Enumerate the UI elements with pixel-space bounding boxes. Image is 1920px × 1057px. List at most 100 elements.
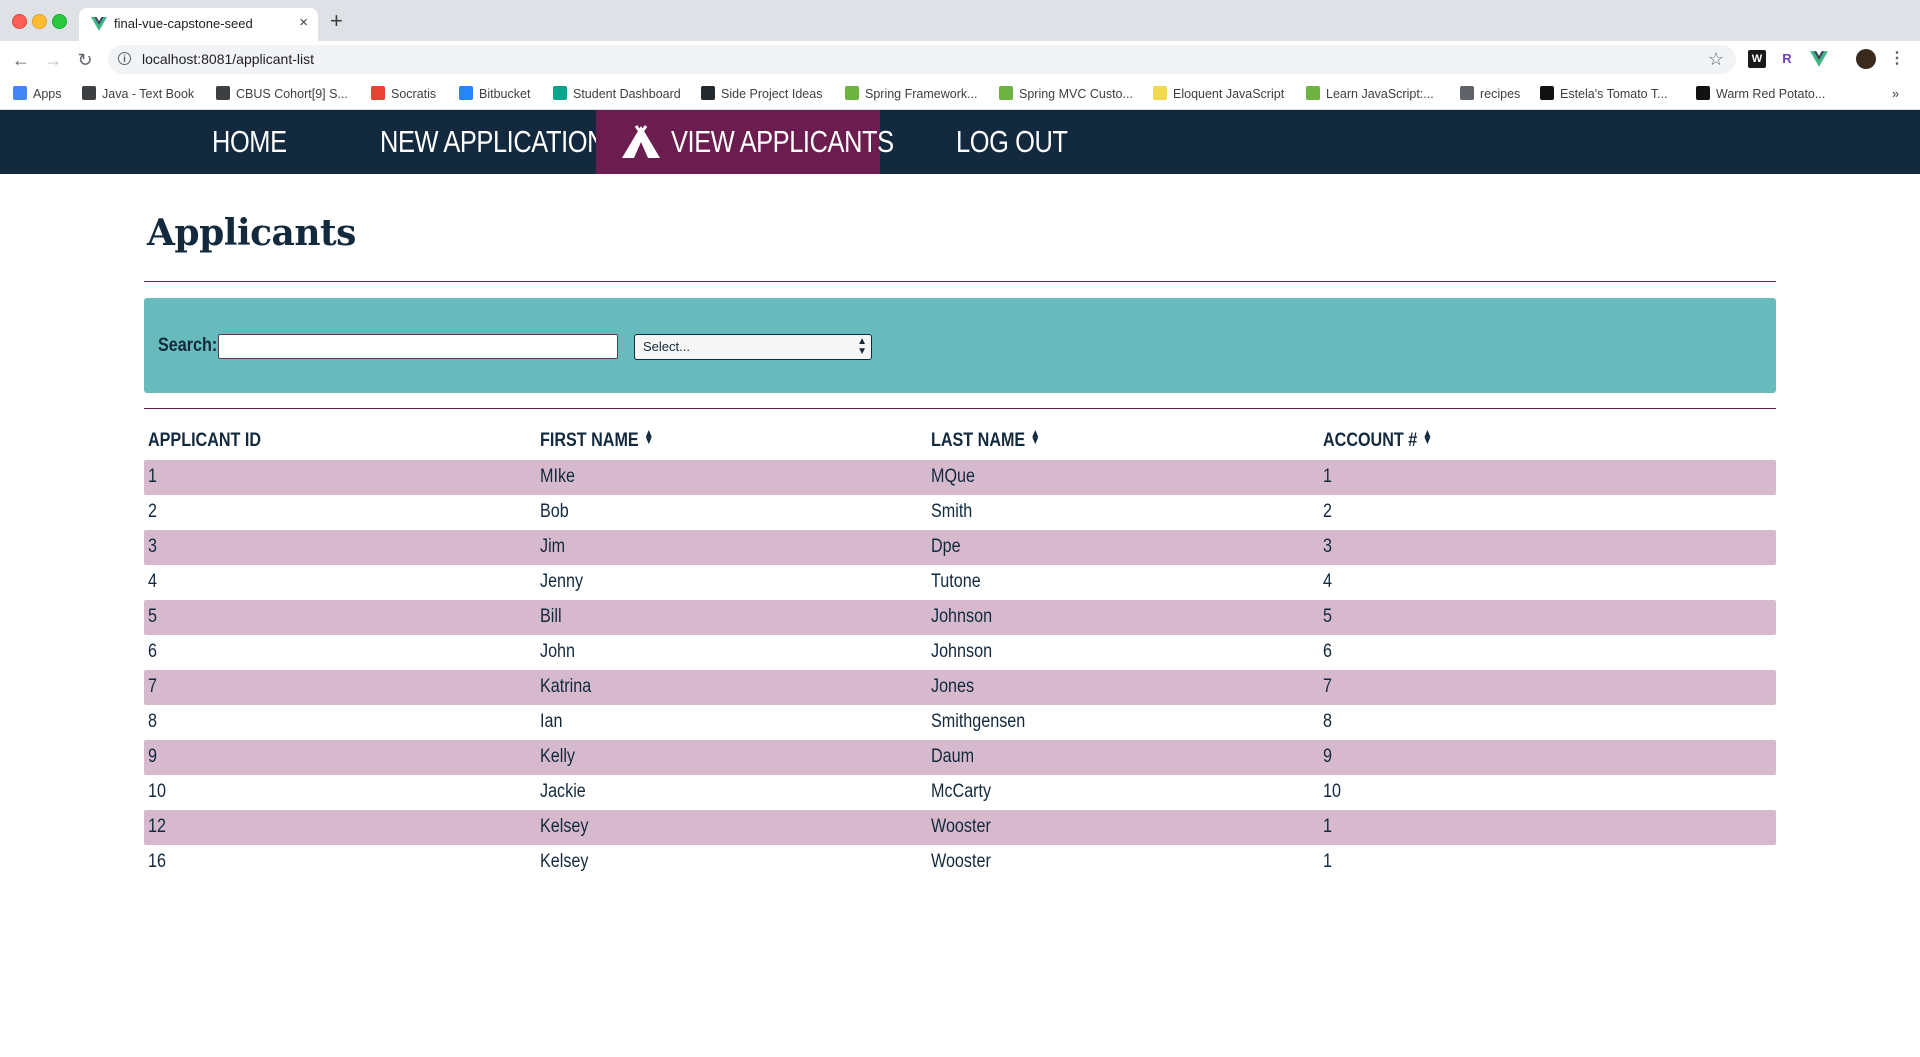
bookmark-label: CBUS Cohort[9] S...: [236, 87, 348, 101]
table-row[interactable]: 16 Kelsey Wooster 1: [144, 845, 1776, 880]
table-row[interactable]: 9 Kelly Daum 9: [144, 740, 1776, 775]
page-title: Applicants: [147, 212, 356, 254]
nav-new-application[interactable]: NEW APPLICATION: [380, 110, 605, 174]
table-row[interactable]: 12 Kelsey Wooster 1: [144, 810, 1776, 845]
bookmark-label: Eloquent JavaScript: [1173, 87, 1285, 101]
sort-icon[interactable]: ▲ ▼: [644, 427, 654, 446]
table-row[interactable]: 8 Ian Smithgensen 8: [144, 705, 1776, 740]
table-cell: Wooster: [931, 816, 991, 837]
table-cell: 1: [148, 466, 157, 487]
nav-log-out[interactable]: LOG OUT: [956, 110, 1068, 174]
bookmark-item[interactable]: Side Project Ideas: [701, 84, 822, 104]
spring-icon: [845, 86, 859, 100]
table-cell: Bill: [540, 606, 562, 627]
menu-kebab-icon[interactable]: ⋮: [1888, 50, 1906, 68]
bookmark-item[interactable]: Java - Text Book: [82, 84, 194, 104]
browser-toolbar: ← → ↻ i localhost:8081/applicant-list ☆ …: [0, 41, 1920, 78]
close-tab-icon[interactable]: ×: [299, 14, 308, 32]
divider-bottom: [144, 408, 1776, 409]
column-header-label: ACCOUNT #: [1323, 430, 1418, 451]
table-cell: Kelsey: [540, 851, 589, 872]
table-row[interactable]: 2 Bob Smith 2: [144, 495, 1776, 530]
table-cell: 2: [1323, 501, 1332, 522]
column-header[interactable]: ACCOUNT # ▲ ▼: [1323, 427, 1432, 452]
bookmark-star-icon[interactable]: ☆: [1708, 49, 1724, 70]
extension-r-icon[interactable]: R: [1778, 50, 1796, 68]
bookmark-item[interactable]: CBUS Cohort[9] S...: [216, 84, 348, 104]
bookmark-item[interactable]: Eloquent JavaScript: [1153, 84, 1284, 104]
bookmark-item[interactable]: Spring MVC Custo...: [999, 84, 1133, 104]
s-icon: [1696, 86, 1710, 100]
forward-arrow-icon[interactable]: →: [42, 49, 64, 71]
search-panel: Search: Select... ▲ ▼: [144, 298, 1776, 393]
main-navbar: HOME NEW APPLICATION VIEW APPLICANTS LOG…: [0, 110, 1920, 174]
table-row[interactable]: 1 MIke MQue 1: [144, 460, 1776, 495]
table-cell: Johnson: [931, 606, 993, 627]
table-cell: 9: [148, 746, 157, 767]
bookmark-label: Warm Red Potato...: [1716, 87, 1826, 101]
table-cell: Wooster: [931, 851, 991, 872]
bookmark-label: Socratis: [391, 87, 437, 101]
github-icon: [701, 86, 715, 100]
bookmark-item[interactable]: Apps: [13, 84, 62, 104]
site-info-icon[interactable]: i: [118, 52, 131, 65]
address-bar[interactable]: i localhost:8081/applicant-list ☆: [108, 45, 1736, 74]
table-cell: 16: [148, 851, 166, 872]
search-input[interactable]: [218, 334, 618, 359]
profile-avatar[interactable]: [1856, 49, 1876, 69]
bookmark-item[interactable]: Learn JavaScript:...: [1306, 84, 1434, 104]
browser-tabstrip: final-vue-capstone-seed × +: [0, 0, 1920, 41]
bookmark-item[interactable]: recipes: [1460, 84, 1520, 104]
table-cell: Bob: [540, 501, 569, 522]
table-row[interactable]: 10 Jackie McCarty 10: [144, 775, 1776, 810]
new-tab-button[interactable]: +: [330, 10, 343, 32]
table-cell: MIke: [540, 466, 576, 487]
table-row[interactable]: 4 Jenny Tutone 4: [144, 565, 1776, 600]
filter-select[interactable]: Select... ▲ ▼: [634, 334, 872, 360]
vue-devtools-icon[interactable]: [1810, 50, 1828, 68]
table-cell: Jones: [931, 676, 975, 697]
sort-icon[interactable]: ▲ ▼: [1422, 427, 1432, 446]
bookmark-item[interactable]: Student Dashboard: [553, 84, 681, 104]
table-cell: 6: [148, 641, 157, 662]
table-cell: Kelsey: [540, 816, 589, 837]
close-window-button[interactable]: [12, 14, 27, 29]
table-cell: 12: [148, 816, 166, 837]
minimize-window-button[interactable]: [32, 14, 47, 29]
column-header[interactable]: FIRST NAME ▲ ▼: [540, 427, 654, 452]
apps-grid-icon: [13, 86, 27, 100]
table-cell: 9: [1323, 746, 1332, 767]
column-header[interactable]: LAST NAME ▲ ▼: [931, 427, 1040, 452]
bookmark-item[interactable]: Warm Red Potato...: [1696, 84, 1825, 104]
table-row[interactable]: 3 Jim Dpe 3: [144, 530, 1776, 565]
browser-tab-active[interactable]: final-vue-capstone-seed ×: [79, 8, 318, 41]
table-row[interactable]: 6 John Johnson 6: [144, 635, 1776, 670]
table-cell: 8: [1323, 711, 1332, 732]
table-cell: 1: [1323, 851, 1332, 872]
bookmarks-overflow-icon[interactable]: »: [1892, 84, 1899, 104]
bookmark-item[interactable]: Estela's Tomato T...: [1540, 84, 1668, 104]
book-icon: [82, 86, 96, 100]
bookmark-item[interactable]: Socratis: [371, 84, 436, 104]
bookmark-label: Learn JavaScript:...: [1326, 87, 1434, 101]
nav-view-applicants[interactable]: VIEW APPLICANTS: [596, 110, 894, 174]
table-row[interactable]: 5 Bill Johnson 5: [144, 600, 1776, 635]
s-icon: [1540, 86, 1554, 100]
table-cell: Smithgensen: [931, 711, 1026, 732]
bookmark-item[interactable]: Spring Framework...: [845, 84, 978, 104]
extension-w-icon[interactable]: W: [1748, 50, 1766, 68]
nav-home[interactable]: HOME: [212, 110, 287, 174]
table-row[interactable]: 7 Katrina Jones 7: [144, 670, 1776, 705]
reload-icon[interactable]: ↻: [74, 49, 96, 71]
bookmark-label: Apps: [33, 87, 62, 101]
bookmark-item[interactable]: Bitbucket: [459, 84, 530, 104]
back-arrow-icon[interactable]: ←: [10, 49, 32, 71]
table-cell: 10: [148, 781, 166, 802]
sort-icon[interactable]: ▲ ▼: [1030, 427, 1040, 446]
url-text[interactable]: localhost:8081/applicant-list: [142, 51, 314, 67]
table-cell: 1: [1323, 816, 1332, 837]
table-cell: 5: [148, 606, 157, 627]
column-header: APPLICANT ID: [148, 430, 261, 452]
maximize-window-button[interactable]: [52, 14, 67, 29]
table-cell: Dpe: [931, 536, 961, 557]
